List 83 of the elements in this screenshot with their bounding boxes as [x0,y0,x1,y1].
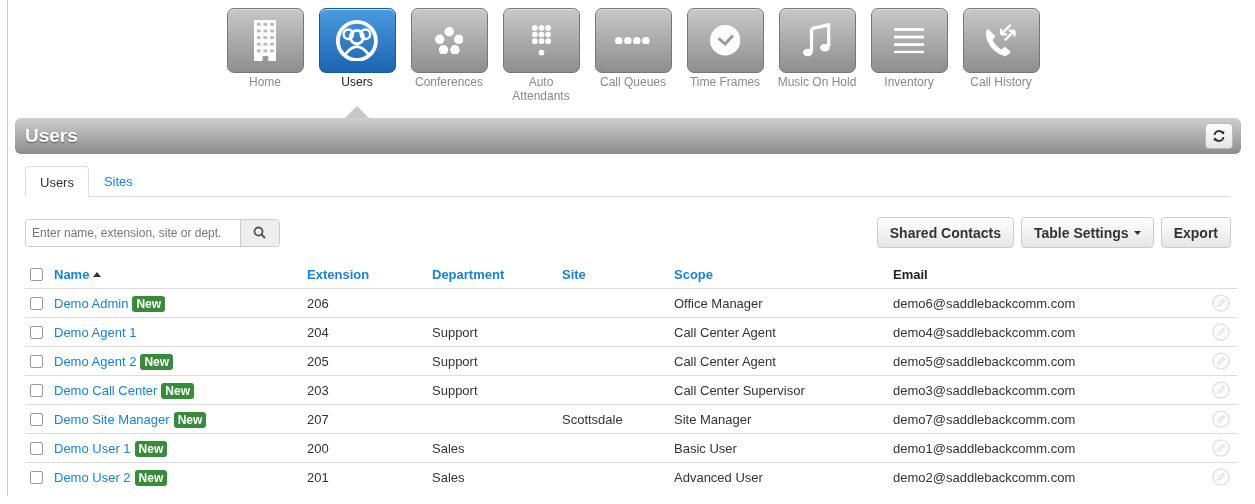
dots-icon [434,26,464,55]
nav-label[interactable]: Time Frames [685,75,765,89]
new-badge: New [140,353,174,370]
table-cell: Call Center Supervisor [674,382,805,398]
table-cell: demo5@saddlebackcomm.com [893,353,1076,369]
toolbar-button[interactable]: Table Settings [1021,217,1154,248]
column-header[interactable]: Extension [307,266,370,282]
table-cell: demo2@saddlebackcomm.com [893,469,1076,485]
users-icon [336,19,378,62]
table-cell: 207 [307,411,329,427]
table-cell: Basic User [674,440,737,456]
toolbar-button[interactable]: Export [1160,217,1231,248]
table-cell: 200 [307,440,329,456]
column-header: Email [893,266,928,282]
nav-label[interactable]: Users [317,75,397,89]
table-cell: Support [432,324,478,340]
table-cell: demo3@saddlebackcomm.com [893,382,1076,398]
nav-label[interactable]: Home [225,75,305,89]
user-name-link[interactable]: Demo Agent 1 [54,324,137,340]
table-cell: demo4@saddlebackcomm.com [893,324,1076,340]
table-cell: Site Manager [674,411,752,427]
nav-label[interactable]: Music On Hold [777,75,857,89]
refresh-button[interactable] [1205,123,1233,149]
table-cell: Scottsdale [562,411,623,427]
tab[interactable]: Sites [88,166,148,196]
table-cell: demo1@saddlebackcomm.com [893,440,1076,456]
table-cell: 203 [307,382,329,398]
music-note-icon [803,23,831,58]
new-badge: New [134,469,168,486]
row-checkbox[interactable] [30,470,43,484]
column-header[interactable]: Site [562,266,586,282]
row-checkbox[interactable] [30,354,43,368]
list-icon [893,27,925,54]
table-cell: Sales [432,469,465,485]
user-name-link[interactable]: Demo User 1 [54,440,131,456]
refresh-icon [1212,129,1226,143]
user-name-link[interactable]: Demo User 2 [54,469,131,485]
toolbar-button[interactable]: Shared Contacts [876,217,1014,248]
user-name-link[interactable]: Demo Call Center [54,382,158,398]
dots-icon [615,36,651,45]
search-field[interactable]: Enter name, extension, site or dept. [25,218,280,247]
table-cell: Support [432,382,478,398]
new-badge: New [134,440,168,457]
column-header[interactable]: Department [432,266,505,282]
column-header[interactable]: Name [54,266,102,282]
nav-label[interactable]: Call History [961,75,1041,89]
tab[interactable]: Users [25,166,89,197]
user-name-link[interactable]: Demo Agent 2 [54,353,137,369]
clock-icon [709,25,741,56]
keypad-icon [531,25,551,56]
user-name-link[interactable]: Demo Site Manager [54,411,170,427]
table-cell: 205 [307,353,329,369]
row-checkbox[interactable] [30,412,43,426]
row-checkbox[interactable] [30,441,43,455]
table-cell: Sales [432,440,465,456]
table-cell: 201 [307,469,329,485]
phone-arrows-icon [985,23,1017,58]
nav-label[interactable]: Conferences [409,75,489,89]
row-checkbox[interactable] [30,325,43,339]
table-cell: Office Manager [674,295,763,311]
new-badge: New [161,382,194,399]
user-name-link[interactable]: Demo Admin [54,295,129,311]
table-cell: Call Center Agent [674,353,776,369]
table-cell: 204 [307,324,329,340]
search-icon [253,226,267,239]
new-badge: New [132,295,166,312]
panel-title: Users [25,125,78,147]
nav-label[interactable]: Auto Attendants [501,75,581,103]
row-checkbox[interactable] [30,296,43,310]
new-badge: New [173,411,207,428]
table-cell: demo6@saddlebackcomm.com [893,295,1076,311]
table-cell: Advanced User [674,469,763,485]
nav-label[interactable]: Call Queues [593,75,673,89]
table-cell: Support [432,353,478,369]
column-header[interactable]: Scope [674,266,713,282]
search-button[interactable] [239,219,279,246]
table-cell: demo7@saddlebackcomm.com [893,411,1076,427]
nav-label[interactable]: Inventory [869,75,949,89]
table-cell: Call Center Agent [674,324,776,340]
row-checkbox[interactable] [30,383,43,397]
table-cell: 206 [307,295,329,311]
building-icon [253,19,277,62]
select-all-checkbox[interactable] [30,267,43,281]
